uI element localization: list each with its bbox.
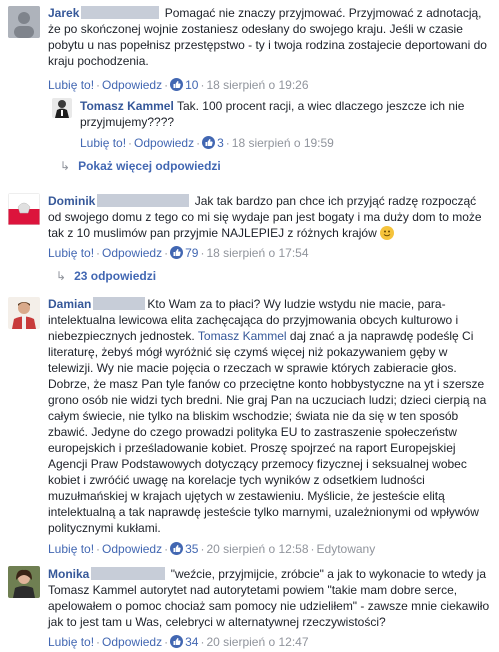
reply-link[interactable]: Odpowiedz bbox=[102, 78, 162, 92]
like-link[interactable]: Lubię to! bbox=[48, 246, 94, 260]
thumbs-up-icon bbox=[170, 78, 184, 91]
thumbs-up-icon bbox=[170, 635, 184, 648]
comment-author[interactable]: Jarek bbox=[48, 6, 79, 20]
mention-link[interactable]: Tomasz Kammel bbox=[198, 329, 287, 343]
smiley-emoji-icon bbox=[380, 226, 395, 240]
timestamp[interactable]: 20 sierpień o 12:47 bbox=[206, 635, 308, 649]
show-more-replies-label[interactable]: Pokaż więcej odpowiedzi bbox=[78, 159, 221, 173]
reply-arrow-icon: ↳ bbox=[60, 159, 71, 173]
like-link[interactable]: Lubię to! bbox=[48, 635, 94, 649]
comment-author[interactable]: Dominik bbox=[48, 194, 95, 208]
view-replies-label[interactable]: 23 odpowiedzi bbox=[74, 269, 156, 283]
comment-author[interactable]: Monika bbox=[48, 567, 89, 581]
avatar[interactable] bbox=[8, 566, 40, 598]
comment-author[interactable]: Damian bbox=[48, 297, 91, 311]
thumbs-up-icon bbox=[170, 542, 184, 555]
like-count[interactable]: 3 bbox=[217, 136, 224, 150]
edited-label[interactable]: Edytowany bbox=[317, 542, 376, 556]
like-count[interactable]: 34 bbox=[185, 635, 198, 649]
like-count[interactable]: 35 bbox=[185, 542, 198, 556]
show-more-replies[interactable]: ↳ Pokaż więcej odpowiedzi bbox=[60, 158, 221, 174]
reply-link[interactable]: Odpowiedz bbox=[134, 136, 194, 150]
thumbs-up-icon bbox=[202, 136, 216, 149]
thumbs-up-icon bbox=[170, 246, 184, 259]
avatar[interactable] bbox=[52, 98, 72, 118]
avatar[interactable] bbox=[8, 193, 40, 225]
comment-text-continued: daj znać a ja naprawdę podeślę Ci litera… bbox=[48, 329, 487, 535]
avatar[interactable] bbox=[8, 297, 40, 329]
like-link[interactable]: Lubię to! bbox=[48, 78, 94, 92]
redacted-name bbox=[93, 297, 146, 310]
like-count[interactable]: 10 bbox=[185, 78, 198, 92]
comment-author[interactable]: Tomasz Kammel bbox=[80, 99, 174, 113]
timestamp[interactable]: 18 sierpień o 17:54 bbox=[206, 246, 308, 260]
like-count[interactable]: 79 bbox=[185, 246, 198, 260]
timestamp[interactable]: 20 sierpień o 12:58 bbox=[206, 542, 308, 556]
redacted-name bbox=[81, 6, 160, 19]
reply-arrow-icon: ↳ bbox=[56, 269, 67, 283]
like-link[interactable]: Lubię to! bbox=[48, 542, 94, 556]
view-replies[interactable]: ↳ 23 odpowiedzi bbox=[56, 268, 156, 284]
reply-link[interactable]: Odpowiedz bbox=[102, 635, 162, 649]
like-link[interactable]: Lubię to! bbox=[80, 136, 126, 150]
reply-link[interactable]: Odpowiedz bbox=[102, 542, 162, 556]
avatar[interactable] bbox=[8, 6, 40, 38]
reply-link[interactable]: Odpowiedz bbox=[102, 246, 162, 260]
redacted-name bbox=[91, 567, 166, 580]
timestamp[interactable]: 18 sierpień o 19:26 bbox=[206, 78, 308, 92]
redacted-name bbox=[97, 194, 190, 207]
timestamp[interactable]: 18 sierpień o 19:59 bbox=[232, 136, 334, 150]
